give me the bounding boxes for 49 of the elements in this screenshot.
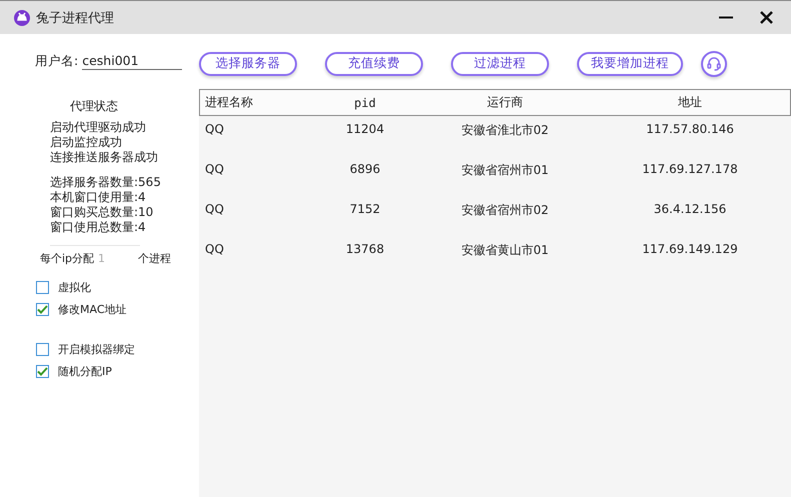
stat-line: 窗口使用总数量:4: [50, 220, 147, 235]
option-label: 虚拟化: [58, 280, 91, 294]
stat-line: 本机窗口使用量:4: [50, 190, 147, 205]
stat-line: 窗口购买总数量:10: [50, 205, 154, 220]
status-title: 代理状态: [70, 99, 119, 114]
column-header: pid: [353, 96, 377, 110]
table-cell-text: 安徽省宿州市01: [460, 162, 550, 179]
table-cell-text: 安徽省黄山市01: [460, 242, 550, 259]
status-message: 连接推送服务器成功: [50, 150, 159, 165]
table-cell-text: 11204: [344, 122, 386, 136]
table-cell-text: 7152: [348, 202, 382, 216]
window-title: 兔子进程代理: [36, 10, 115, 26]
option-label: 开启模拟器绑定: [58, 342, 135, 356]
checkbox[interactable]: [36, 280, 49, 294]
column-header: 进程名称: [204, 94, 254, 111]
column-header: 地址: [677, 94, 703, 111]
headset-icon: [706, 56, 722, 72]
table-cell-text: 117.57.80.146: [645, 122, 735, 136]
table-cell-text: 安徽省宿州市02: [460, 202, 550, 219]
column-header: 运行商: [486, 94, 524, 111]
minimize-icon: [719, 16, 733, 19]
checkbox[interactable]: [36, 364, 49, 378]
checkbox[interactable]: [36, 342, 49, 356]
allocation-unit: 个进程: [138, 251, 172, 266]
table-cell-text: 117.69.149.129: [641, 242, 739, 256]
table-cell-text: QQ: [204, 242, 225, 256]
table-cell-text: 36.4.12.156: [652, 202, 728, 216]
table-cell-text: 6896: [348, 162, 382, 176]
status-message: 启动监控成功: [50, 135, 123, 150]
toolbar-button[interactable]: 选择服务器: [199, 52, 297, 76]
toolbar-button[interactable]: 我要增加进程: [577, 52, 683, 76]
option-label: 随机分配IP: [58, 364, 112, 378]
option-label: 修改MAC地址: [58, 302, 127, 316]
table-cell-text: 13768: [344, 242, 386, 256]
table-cell-text: QQ: [204, 202, 225, 216]
stat-line: 选择服务器数量:565: [50, 175, 162, 190]
close-icon: [760, 11, 772, 24]
headset-button[interactable]: [701, 50, 727, 76]
checkbox[interactable]: [36, 302, 49, 316]
toolbar-button[interactable]: 过滤进程: [451, 52, 549, 76]
username-label: 用户名:: [35, 53, 78, 70]
status-message: 启动代理驱动成功: [50, 120, 147, 135]
username-field[interactable]: ceshi001: [82, 53, 182, 70]
table-cell-text: QQ: [204, 162, 225, 176]
table-cell-text: 安徽省淮北市02: [460, 122, 550, 139]
allocation-label: 每个ip分配: [40, 251, 94, 266]
table-cell-text: 117.69.127.178: [641, 162, 739, 176]
toolbar-button[interactable]: 充值续费: [325, 52, 423, 76]
table-cell-text: QQ: [204, 122, 225, 136]
